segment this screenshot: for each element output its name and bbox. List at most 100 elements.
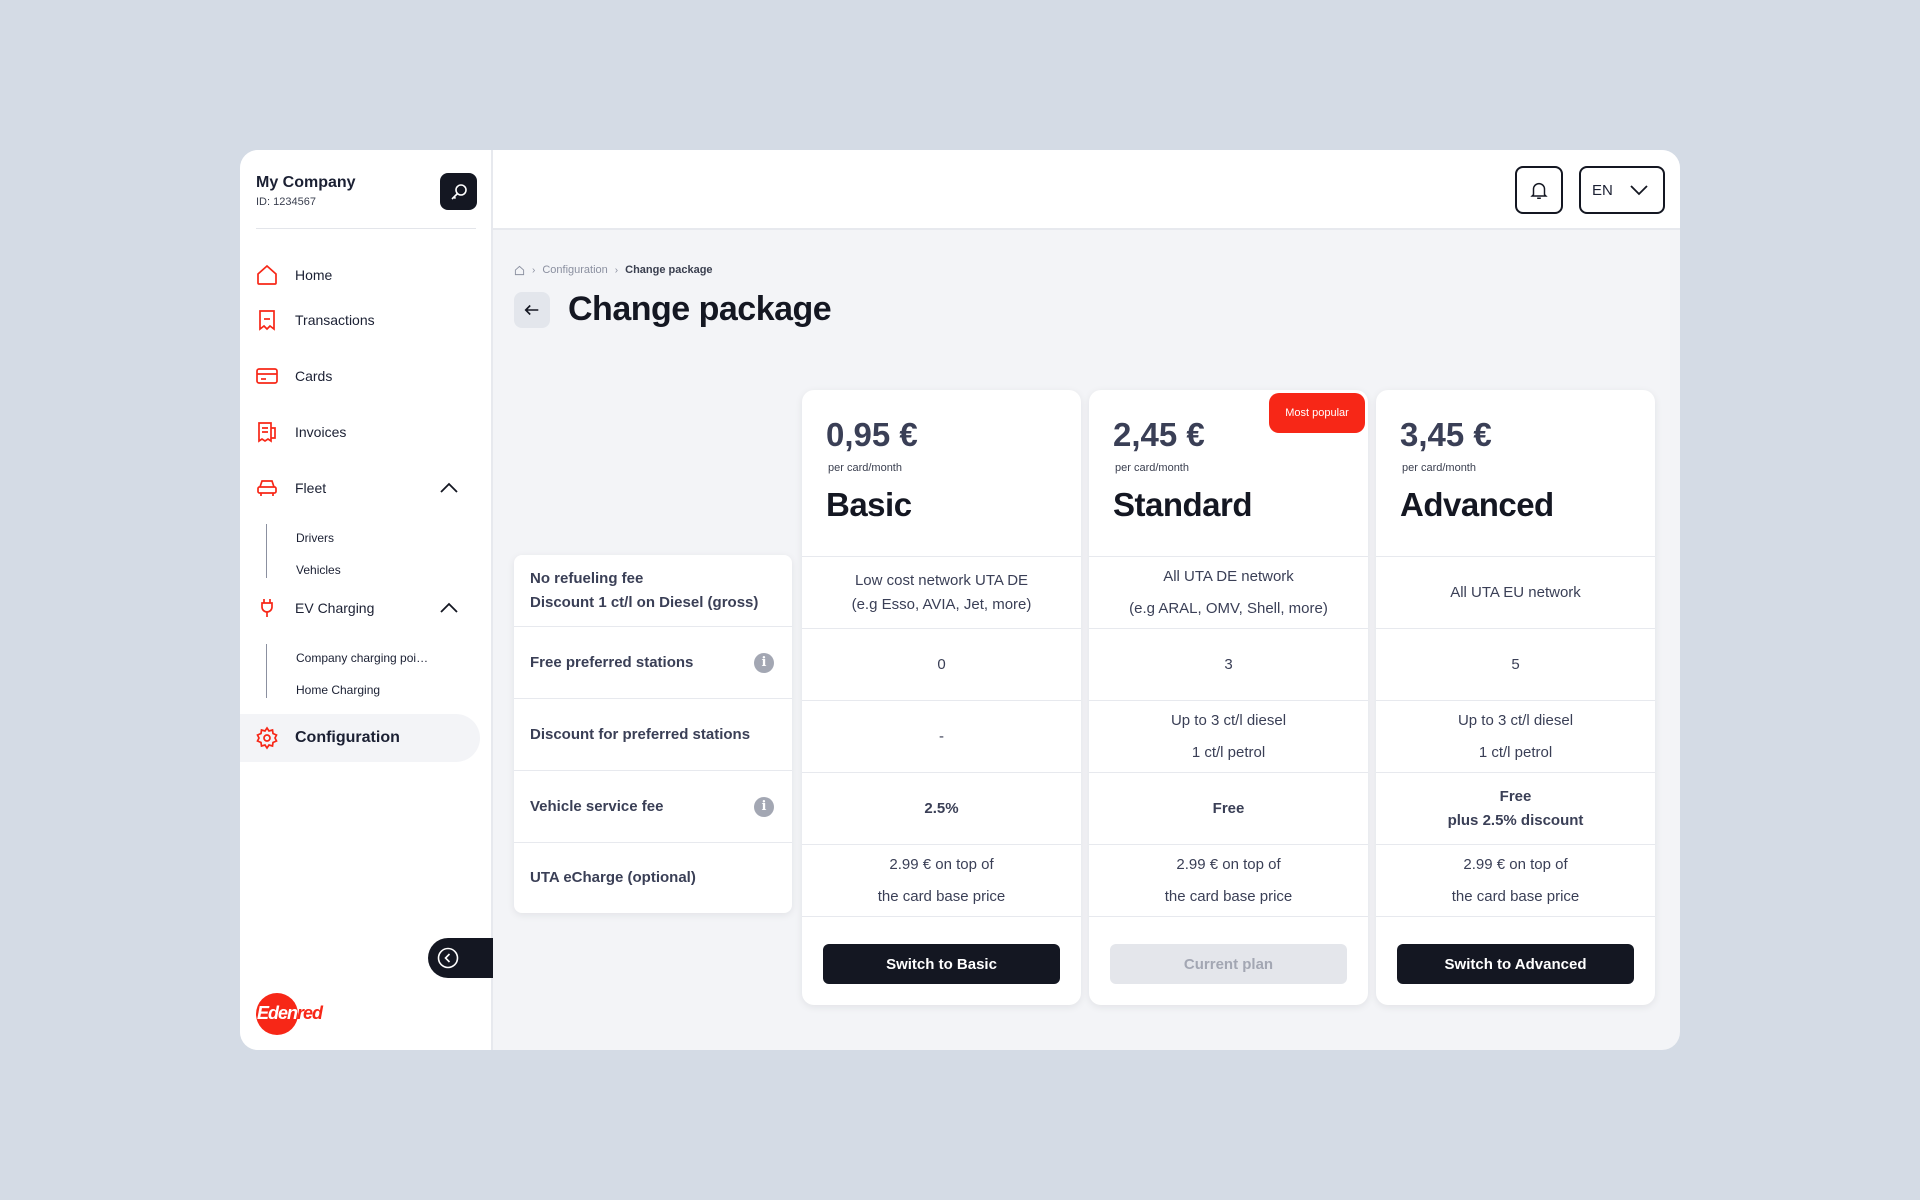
plan-price: 2,45 € — [1113, 416, 1205, 453]
logo-text: Edenred — [257, 1003, 323, 1023]
receipt-icon — [255, 308, 279, 332]
cell-line: 1 ct/l petrol — [1478, 743, 1553, 761]
cell-line: (e.g ARAL, OMV, Shell, more) — [1129, 599, 1328, 617]
cell-line: 2.99 € on top of — [889, 855, 994, 873]
cell-line: All UTA EU network — [1450, 584, 1581, 601]
sidebar-subitem-home-charging[interactable]: Home Charging — [296, 683, 380, 697]
arrow-left-icon — [524, 304, 539, 316]
plan-period: per card/month — [1402, 462, 1476, 474]
sidebar-subitem-company-charging[interactable]: Company charging poi… — [296, 651, 428, 665]
chevron-right-icon: › — [532, 264, 536, 276]
cell-line: 5 — [1511, 656, 1520, 673]
chevron-left-circle-icon — [437, 947, 459, 969]
sidebar: My Company ID: 1234567 Home Transactions — [240, 150, 493, 1050]
home-icon[interactable] — [514, 265, 525, 276]
sidebar-item-ev-charging[interactable]: EV Charging — [240, 584, 480, 632]
chevron-right-icon: › — [614, 264, 619, 276]
cell-line: the card base price — [1451, 887, 1580, 905]
cell-line: Free — [1212, 800, 1245, 817]
company-name: My Company — [256, 174, 356, 191]
invoice-icon — [255, 420, 279, 444]
feature-row-refueling: No refueling fee Discount 1 ct/l on Dies… — [514, 555, 792, 627]
gear-icon — [255, 726, 279, 750]
cell-line: 2.99 € on top of — [1176, 855, 1281, 873]
company-info: My Company ID: 1234567 — [256, 174, 356, 208]
cell-line: plus 2.5% discount — [1447, 811, 1584, 829]
ev-tree-line — [266, 644, 267, 698]
sidebar-item-label: Transactions — [295, 312, 375, 328]
sidebar-item-transactions[interactable]: Transactions — [240, 296, 480, 344]
most-popular-badge: Most popular — [1269, 393, 1365, 433]
main-content: › Configuration › Change package Change … — [493, 230, 1680, 1050]
plan-cell: 2.99 € on top of the card base price — [1376, 845, 1655, 917]
chevron-up-icon[interactable] — [438, 478, 460, 498]
back-button[interactable] — [514, 292, 550, 328]
info-icon[interactable]: i — [754, 653, 774, 673]
plan-price: 0,95 € — [826, 416, 918, 453]
breadcrumb-parent[interactable]: Configuration — [542, 264, 607, 276]
feature-row-echarge: UTA eCharge (optional) — [514, 843, 792, 913]
cell-line: (e.g Esso, AVIA, Jet, more) — [851, 595, 1032, 613]
plan-cell: Low cost network UTA DE (e.g Esso, AVIA, … — [802, 557, 1081, 629]
sidebar-item-label: Configuration — [295, 729, 400, 746]
sidebar-item-fleet[interactable]: Fleet — [240, 464, 480, 512]
notifications-button[interactable] — [1515, 166, 1563, 214]
plan-price: 3,45 € — [1400, 416, 1492, 453]
sidebar-item-configuration[interactable]: Configuration — [240, 714, 480, 762]
plan-name: Basic — [826, 486, 912, 523]
collapse-sidebar-button[interactable] — [428, 938, 493, 978]
cell-line: 1 ct/l petrol — [1191, 743, 1266, 761]
cell-line: 2.99 € on top of — [1463, 855, 1568, 873]
info-icon[interactable]: i — [754, 797, 774, 817]
edenred-logo: Edenred — [256, 993, 330, 1035]
plan-cell: 5 — [1376, 629, 1655, 701]
plan-cell: - — [802, 701, 1081, 773]
chevron-down-icon — [1630, 185, 1648, 196]
breadcrumb: › Configuration › Change package — [514, 264, 713, 276]
language-select[interactable]: EN — [1579, 166, 1665, 214]
current-plan-button: Current plan — [1110, 944, 1347, 984]
switch-to-basic-button[interactable]: Switch to Basic — [823, 944, 1060, 984]
switch-company-button[interactable] — [440, 173, 477, 210]
plan-cell: 0 — [802, 629, 1081, 701]
chevron-up-icon[interactable] — [438, 598, 460, 618]
sidebar-item-cards[interactable]: Cards — [240, 352, 480, 400]
sidebar-divider — [256, 228, 476, 229]
sidebar-item-label: Fleet — [295, 480, 327, 496]
fleet-tree-line — [266, 524, 267, 578]
plan-cell: All UTA DE network (e.g ARAL, OMV, Shell,… — [1089, 557, 1368, 629]
plan-card-basic: 0,95 € per card/month Basic Low cost net… — [802, 390, 1081, 1005]
feature-label: Discount 1 ct/l on Diesel (gross) — [530, 593, 759, 611]
plan-cell: Up to 3 ct/l diesel 1 ct/l petrol — [1376, 701, 1655, 773]
key-search-icon — [450, 183, 467, 200]
plan-cell: 2.99 € on top of the card base price — [802, 845, 1081, 917]
sidebar-item-invoices[interactable]: Invoices — [240, 408, 480, 456]
switch-to-advanced-button[interactable]: Switch to Advanced — [1397, 944, 1634, 984]
plan-cell: 3 — [1089, 629, 1368, 701]
sidebar-item-label: Invoices — [295, 424, 347, 440]
home-icon — [255, 263, 279, 287]
sidebar-subitem-drivers[interactable]: Drivers — [296, 531, 334, 545]
plan-cell: Up to 3 ct/l diesel 1 ct/l petrol — [1089, 701, 1368, 773]
cell-line: All UTA DE network — [1163, 567, 1294, 585]
plan-cell: 2.5% — [802, 773, 1081, 845]
cell-line: Low cost network UTA DE — [854, 571, 1029, 589]
plan-cell: 2.99 € on top of the card base price — [1089, 845, 1368, 917]
plan-period: per card/month — [828, 462, 902, 474]
sidebar-item-label: Cards — [295, 368, 333, 384]
cell-line: Free — [1499, 787, 1532, 805]
plan-name: Advanced — [1400, 486, 1554, 523]
feature-table: No refueling fee Discount 1 ct/l on Dies… — [514, 555, 792, 913]
plan-cell: All UTA EU network — [1376, 557, 1655, 629]
plan-header: 3,45 € per card/month Advanced — [1376, 390, 1655, 557]
bell-icon — [1530, 182, 1548, 199]
breadcrumb-current: Change package — [625, 264, 713, 276]
feature-label: UTA eCharge (optional) — [530, 869, 696, 886]
sidebar-item-home[interactable]: Home — [240, 251, 480, 299]
sidebar-subitem-vehicles[interactable]: Vehicles — [296, 563, 341, 577]
feature-label: No refueling fee — [530, 569, 644, 587]
feature-row-vehicle-fee: Vehicle service fee i — [514, 771, 792, 843]
page-title: Change package — [568, 290, 832, 328]
sidebar-item-label: EV Charging — [295, 600, 375, 616]
plan-cell: Free plus 2.5% discount — [1376, 773, 1655, 845]
